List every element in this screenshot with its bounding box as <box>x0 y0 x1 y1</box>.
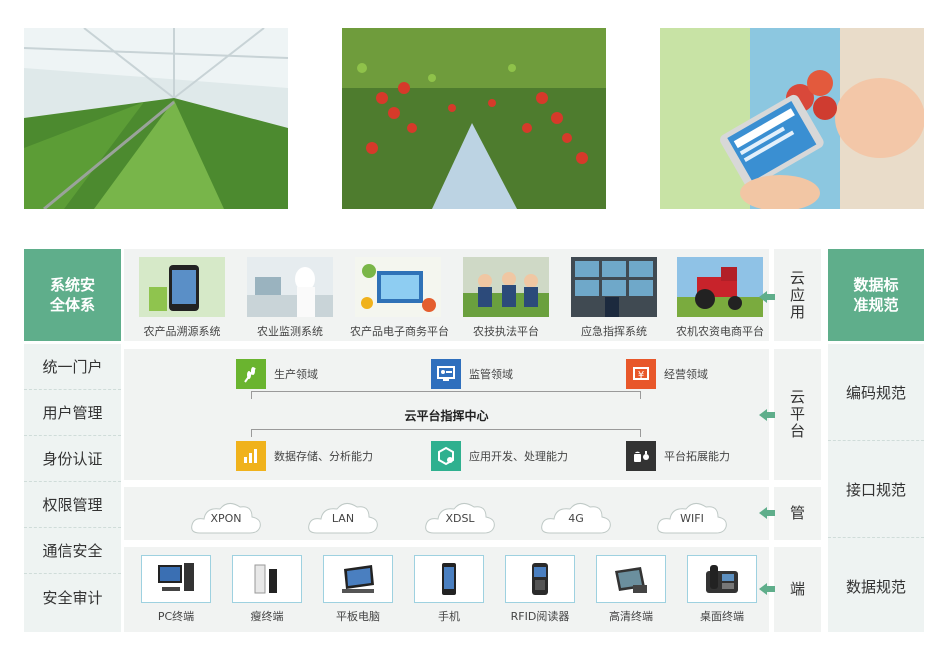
domain-business[interactable]: ¥ 经营领域 <box>626 359 708 389</box>
arrow-left-icon <box>759 583 775 595</box>
terminal-thin-client[interactable]: 瘦终端 <box>232 555 302 624</box>
greenhouse-seedlings-photo <box>24 28 288 209</box>
capability-storage[interactable]: 数据存储、分析能力 <box>236 441 373 471</box>
wheat-icon <box>236 359 266 389</box>
network-xdsl[interactable]: XDSL <box>422 497 498 539</box>
tablet-icon <box>323 555 393 603</box>
capability-extension-label: 平台拓展能力 <box>664 450 730 463</box>
app-enforcement[interactable]: 农技执法平台 <box>458 257 554 339</box>
app-traceability-label: 农产品溯源系统 <box>143 325 221 338</box>
network-wifi[interactable]: WIFI <box>654 497 730 539</box>
arrow-left-icon <box>759 409 775 421</box>
layer-terminal: 端 <box>774 547 821 632</box>
network-xpon-label: XPON <box>210 512 242 525</box>
capability-extension[interactable]: 平台拓展能力 <box>626 441 730 471</box>
security-item-communication: 通信安全 <box>24 528 121 574</box>
thin-client-icon <box>232 555 302 603</box>
app-machinery-ecommerce[interactable]: 农机农资电商平台 <box>672 257 768 339</box>
pc-icon <box>141 555 211 603</box>
app-ecommerce-label: 农产品电子商务平台 <box>350 325 449 338</box>
network-lan-label: LAN <box>331 512 355 525</box>
app-traceability[interactable]: 农产品溯源系统 <box>134 257 230 339</box>
enforcement-thumbnail <box>463 257 549 317</box>
security-item-audit: 安全审计 <box>42 588 103 607</box>
terminal-hd[interactable]: 高清终端 <box>596 555 666 624</box>
network-lan[interactable]: LAN <box>305 497 381 539</box>
security-list: 统一门户 用户管理 身份认证 权限管理 通信安全 安全审计 <box>24 344 121 632</box>
app-monitoring-label: 农业监测系统 <box>257 325 323 338</box>
domain-supervision[interactable]: 监管领域 <box>431 359 513 389</box>
domain-business-label: 经营领域 <box>664 368 708 381</box>
network-4g[interactable]: 4G <box>538 497 614 539</box>
security-item-user-management: 用户管理 <box>24 390 121 436</box>
network-xpon[interactable]: XPON <box>188 497 264 539</box>
terminal-rfid-reader-label: RFID阅读器 <box>510 610 570 623</box>
terminal-phone[interactable]: 手机 <box>414 555 484 624</box>
app-machinery-ecommerce-label: 农机农资电商平台 <box>676 325 764 338</box>
monitor-icon <box>431 359 461 389</box>
terminal-thin-client-label: 瘦终端 <box>250 610 284 623</box>
cube-gear-icon <box>431 441 461 471</box>
terminal-row: PC终端 瘦终端 平板电脑 手机 RFID阅读器 高清终端 桌面终端 <box>124 547 769 632</box>
app-emergency[interactable]: 应急指挥系统 <box>566 257 662 339</box>
standard-item-data: 数据规范 <box>845 578 906 596</box>
domain-production[interactable]: 生产领域 <box>236 359 318 389</box>
tomato-greenhouse-photo <box>342 28 606 209</box>
top-bracket <box>251 391 641 399</box>
network-wifi-label: WIFI <box>680 512 704 525</box>
app-monitoring[interactable]: 农业监测系统 <box>242 257 338 339</box>
standard-item-encoding: 编码规范 <box>828 344 924 441</box>
network-row: XPON LAN XDSL 4G WIFI <box>124 487 769 540</box>
network-4g-label: 4G <box>568 512 584 525</box>
command-center-title: 云平台指挥中心 <box>404 409 489 423</box>
phone-scanning-produce-photo <box>660 28 924 209</box>
traceability-thumbnail <box>139 257 225 317</box>
cloud-platform-row: 生产领域 监管领域 ¥ 经营领域 云平台指挥中心 数据存储、分析能力 应用开发、… <box>124 349 769 480</box>
security-item-portal: 统一门户 <box>24 344 121 390</box>
terminal-pc-label: PC终端 <box>157 610 195 623</box>
data-standard-header: 数据标 准规范 <box>828 249 924 341</box>
arrow-left-icon <box>759 291 775 303</box>
terminal-pc[interactable]: PC终端 <box>141 555 211 624</box>
hd-terminal-icon <box>596 555 666 603</box>
bar-chart-icon <box>236 441 266 471</box>
app-ecommerce[interactable]: 农产品电子商务平台 <box>350 257 449 339</box>
cloud-app-row: 农产品溯源系统 农业监测系统 农产品电子商务平台 农技执法平台 应急指挥系统 农… <box>124 249 769 341</box>
terminal-hd-label: 高清终端 <box>609 610 653 623</box>
domain-supervision-label: 监管领域 <box>469 368 513 381</box>
bottom-bracket <box>251 429 641 437</box>
terminal-desktop-phone[interactable]: 桌面终端 <box>687 555 757 624</box>
layer-cloud-platform: 云平台 <box>774 349 821 480</box>
layer-pipe: 管 <box>774 487 821 540</box>
arrow-left-icon <box>759 507 775 519</box>
rfid-reader-icon <box>505 555 575 603</box>
android-apple-icon <box>626 441 656 471</box>
terminal-tablet-label: 平板电脑 <box>336 610 380 623</box>
terminal-tablet[interactable]: 平板电脑 <box>323 555 393 624</box>
security-item-permissions: 权限管理 <box>24 482 121 528</box>
terminal-desktop-phone-label: 桌面终端 <box>700 610 744 623</box>
security-item-authentication: 身份认证 <box>24 436 121 482</box>
yen-cart-icon: ¥ <box>626 359 656 389</box>
capability-development-label: 应用开发、处理能力 <box>469 450 568 463</box>
standard-item-interface: 接口规范 <box>828 441 924 538</box>
terminal-phone-label: 手机 <box>438 610 460 623</box>
terminal-rfid-reader[interactable]: RFID阅读器 <box>505 555 575 624</box>
layer-cloud-app: 云应用 <box>774 249 821 341</box>
standards-list: 编码规范 接口规范 数据规范 <box>828 344 924 632</box>
app-enforcement-label: 农技执法平台 <box>473 325 539 338</box>
capability-development[interactable]: 应用开发、处理能力 <box>431 441 568 471</box>
emergency-thumbnail <box>571 257 657 317</box>
monitoring-thumbnail <box>247 257 333 317</box>
phone-icon <box>414 555 484 603</box>
app-emergency-label: 应急指挥系统 <box>581 325 647 338</box>
ecommerce-thumbnail <box>355 257 441 317</box>
svg-text:¥: ¥ <box>638 370 644 381</box>
security-system-header: 系统安 全体系 <box>24 249 121 341</box>
network-xdsl-label: XDSL <box>445 512 475 525</box>
capability-storage-label: 数据存储、分析能力 <box>274 450 373 463</box>
domain-production-label: 生产领域 <box>274 368 318 381</box>
machinery-thumbnail <box>677 257 763 317</box>
desktop-phone-icon <box>687 555 757 603</box>
